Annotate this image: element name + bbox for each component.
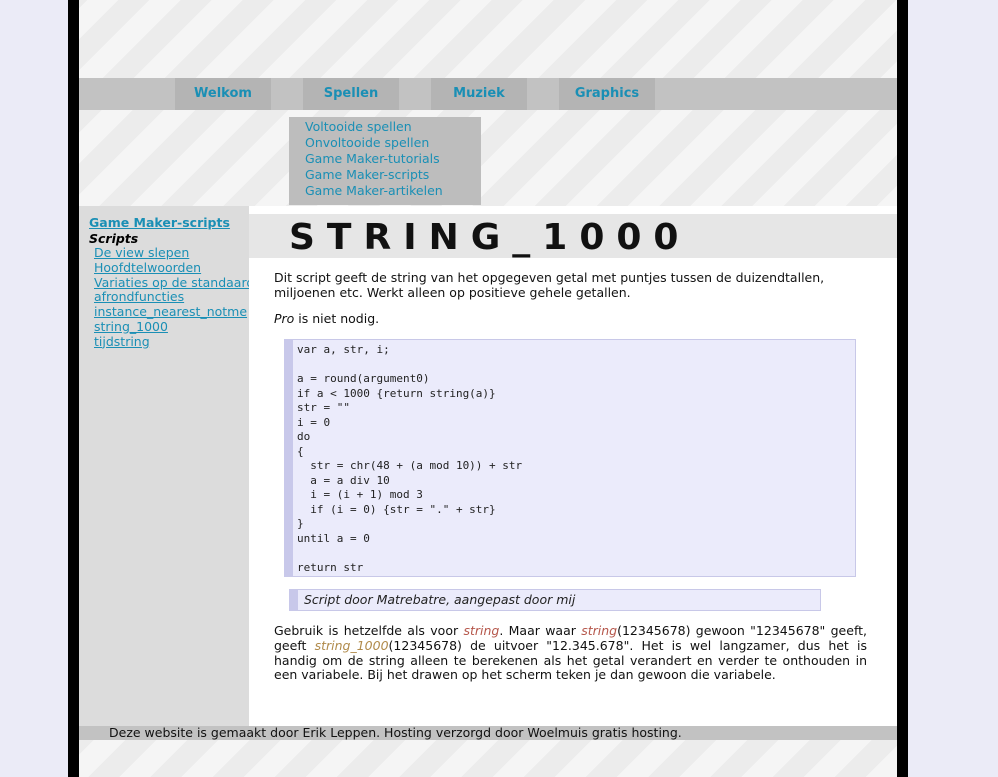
dropdown-item-gm-artikelen[interactable]: Game Maker-artikelen: [289, 183, 481, 199]
sidebar-item-view-slepen[interactable]: De view slepen: [94, 245, 246, 261]
dropdown-item-voltooide-spellen[interactable]: Voltooide spellen: [289, 119, 481, 135]
page-frame: Welkom Spellen Muziek Graphics Voltooide…: [68, 0, 908, 777]
usage-keyword-string-2: string: [581, 623, 618, 638]
dropdown-item-onvoltooide-spellen[interactable]: Onvoltooide spellen: [289, 135, 481, 151]
page-inner: Welkom Spellen Muziek Graphics Voltooide…: [79, 0, 897, 777]
dropdown-item-gm-scripts[interactable]: Game Maker-scripts: [289, 167, 481, 183]
script-credit: Script door Matrebatre, aangepast door m…: [289, 589, 821, 611]
page-title: STRING_1000: [289, 217, 691, 258]
sidebar: Game Maker-scripts Scripts De view slepe…: [79, 206, 254, 726]
pro-note: Pro is niet nodig.: [274, 311, 867, 327]
usage-part-1: Gebruik is hetzelfde als voor: [274, 623, 464, 638]
sidebar-section-link[interactable]: Game Maker-scripts: [89, 215, 230, 230]
heading-band: STRING_1000: [249, 214, 897, 258]
main-content: STRING_1000 Dit script geeft de string v…: [249, 214, 897, 726]
sidebar-item-afrondfuncties[interactable]: afrondfuncties: [94, 290, 246, 305]
sidebar-sub-title: Scripts: [89, 231, 139, 246]
intro-text: Dit script geeft de string van het opgeg…: [274, 270, 825, 300]
sidebar-item-variaties[interactable]: Variaties op de standaard: [94, 275, 254, 291]
nav-muziek[interactable]: Muziek: [431, 78, 527, 110]
nav-spellen[interactable]: Spellen: [303, 78, 399, 110]
sidebar-item-instance-nearest-notme[interactable]: instance_nearest_notme: [94, 304, 247, 320]
pro-rest: is niet nodig.: [294, 311, 380, 326]
footer: Deze website is gemaakt door Erik Leppen…: [79, 726, 897, 740]
footer-text: Deze website is gemaakt door Erik Leppen…: [109, 725, 682, 740]
sidebar-links: De view slepen Hoofdtelwoorden Variaties…: [94, 245, 254, 350]
sidebar-item-string-1000[interactable]: string_1000: [94, 319, 246, 335]
nav-graphics[interactable]: Graphics: [559, 78, 655, 110]
spellen-dropdown: Voltooide spellen Onvoltooide spellen Ga…: [289, 117, 481, 205]
main-nav: Welkom Spellen Muziek Graphics: [79, 78, 897, 110]
sidebar-item-tijdstring[interactable]: tijdstring: [94, 334, 246, 350]
code-block[interactable]: var a, str, i; a = round(argument0) if a…: [284, 339, 856, 577]
usage-keyword-string-1000: string_1000: [314, 637, 389, 653]
pro-word: Pro: [274, 311, 295, 326]
usage-keyword-string: string: [463, 623, 500, 638]
nav-welkom[interactable]: Welkom: [175, 78, 271, 110]
dropdown-item-gm-tutorials[interactable]: Game Maker-tutorials: [289, 151, 481, 167]
usage-part-2: . Maar waar: [499, 623, 582, 638]
sidebar-item-hoofdtelwoorden[interactable]: Hoofdtelwoorden: [94, 260, 246, 276]
usage-text: Gebruik is hetzelfde als voor string. Ma…: [274, 623, 867, 683]
